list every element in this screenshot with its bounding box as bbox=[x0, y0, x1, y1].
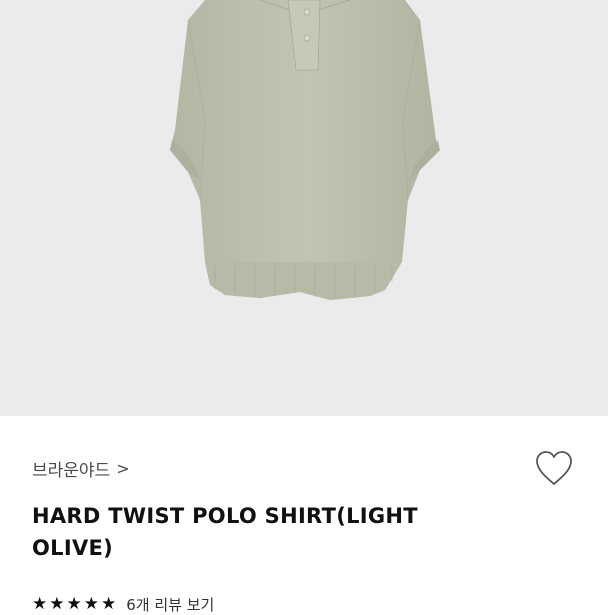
star-icon: ★ bbox=[32, 594, 48, 614]
reviews-link[interactable]: 6개 리뷰 보기 bbox=[126, 594, 214, 615]
product-image[interactable] bbox=[0, 0, 608, 416]
polo-shirt-illustration bbox=[170, 0, 440, 300]
star-icon: ★ bbox=[49, 594, 65, 614]
star-icon: ★ bbox=[101, 594, 117, 614]
star-icon: ★ bbox=[83, 594, 99, 614]
heart-outline-icon[interactable] bbox=[534, 450, 574, 488]
star-rating: ★ ★ ★ ★ ★ bbox=[32, 596, 116, 613]
rating-row: ★ ★ ★ ★ ★ 6개 리뷰 보기 bbox=[32, 594, 214, 615]
brand-link[interactable]: 브라운야드 > bbox=[32, 456, 130, 481]
product-title: HARD TWIST POLO SHIRT(LIGHT OLIVE) bbox=[32, 504, 418, 560]
star-icon: ★ bbox=[66, 594, 82, 614]
chevron-right-icon: > bbox=[116, 459, 130, 478]
brand-name: 브라운야드 bbox=[32, 461, 111, 481]
product-info: 브라운야드 > HARD TWIST POLO SHIRT(LIGHT OLIV… bbox=[0, 416, 608, 614]
